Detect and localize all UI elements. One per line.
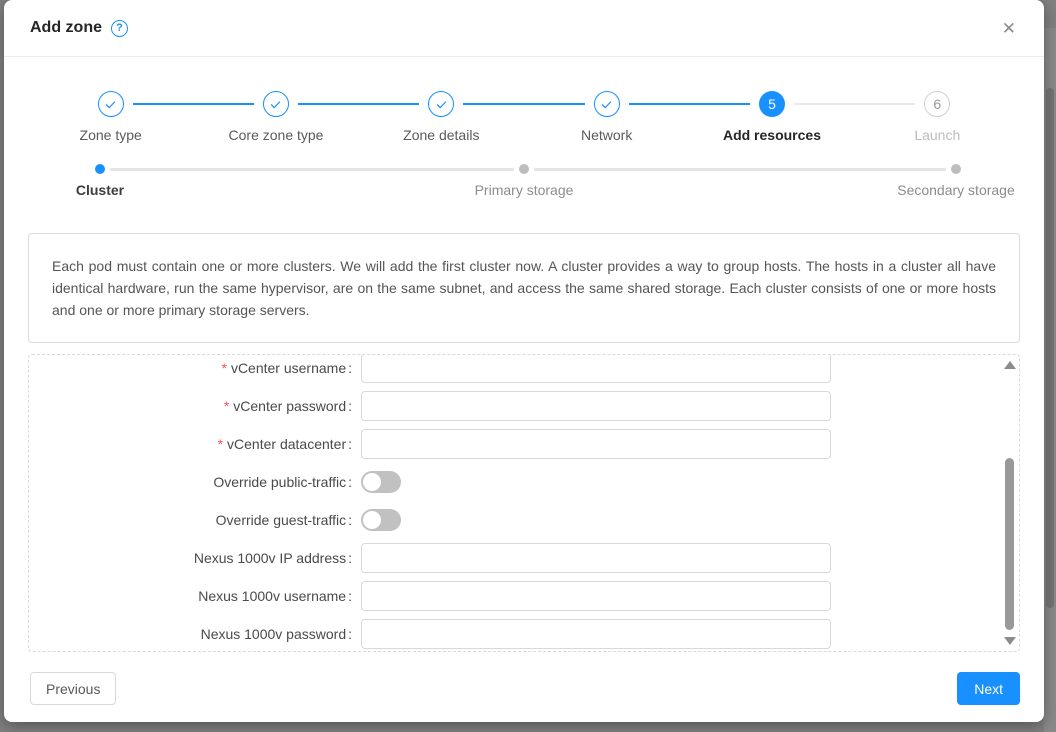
cluster-form-panel: *vCenter username: *vCenter password: *v… (28, 354, 1020, 652)
field-label: Nexus 1000v IP address: (29, 550, 361, 566)
help-icon[interactable]: ? (111, 20, 128, 37)
field-label: Override public-traffic: (29, 474, 361, 490)
form-row-override-public-traffic: Override public-traffic: (29, 463, 1019, 501)
substep-label-secondary-storage: Secondary storage (897, 182, 1015, 198)
field-label: Override guest-traffic: (29, 512, 361, 528)
vcenter-password-input[interactable] (361, 391, 831, 421)
close-icon[interactable]: ✕ (998, 16, 1020, 41)
background-page-scrollbar[interactable] (1044, 28, 1056, 732)
vcenter-username-input[interactable] (361, 354, 831, 383)
step-label: Core zone type (193, 126, 358, 145)
check-icon (98, 91, 124, 117)
cluster-info-text: Each pod must contain one or more cluste… (52, 255, 996, 321)
form-row-nexus-username: Nexus 1000v username: (29, 577, 1019, 615)
field-label: *vCenter datacenter: (29, 436, 361, 452)
cluster-info-card: Each pod must contain one or more cluste… (28, 233, 1020, 343)
nexus-ip-address-input[interactable] (361, 543, 831, 573)
scrollbar-thumb[interactable] (1005, 458, 1014, 630)
step-number-badge: 6 (924, 91, 950, 117)
step-connector (463, 103, 584, 105)
add-zone-modal: Add zone ? ✕ Zone type Core zone type (4, 0, 1044, 722)
required-marker: * (224, 398, 229, 414)
substep-label-cluster: Cluster (76, 182, 124, 198)
modal-header: Add zone ? ✕ (4, 0, 1044, 57)
check-icon (594, 91, 620, 117)
step-label: Zone details (359, 126, 524, 145)
substep-dot-secondary-storage (951, 164, 961, 174)
step-zone-details: Zone details (359, 91, 524, 145)
modal-footer: Previous Next (4, 652, 1044, 724)
form-row-nexus-ip: Nexus 1000v IP address: (29, 539, 1019, 577)
required-marker: * (221, 360, 226, 376)
vcenter-datacenter-input[interactable] (361, 429, 831, 459)
field-label: Nexus 1000v username: (29, 588, 361, 604)
step-network: Network (524, 91, 689, 145)
step-launch: 6 Launch (855, 91, 1020, 145)
step-zone-type: Zone type (28, 91, 193, 145)
form-scrollbar (1003, 357, 1017, 649)
step-connector (298, 103, 419, 105)
substep-dot-primary-storage (519, 164, 529, 174)
check-icon (263, 91, 289, 117)
step-add-resources: 5 Add resources (689, 91, 854, 145)
form-row-vcenter-username: *vCenter username: (29, 354, 1019, 387)
substep-connector (534, 168, 946, 171)
step-label: Network (524, 126, 689, 145)
substep-label-primary-storage: Primary storage (475, 182, 574, 198)
toggle-knob (363, 511, 381, 529)
nexus-username-input[interactable] (361, 581, 831, 611)
field-label: *vCenter username: (29, 360, 361, 376)
form-row-override-guest-traffic: Override guest-traffic: (29, 501, 1019, 539)
step-label: Zone type (28, 126, 193, 145)
override-guest-traffic-toggle[interactable] (361, 509, 401, 531)
form-rows: *vCenter username: *vCenter password: *v… (29, 354, 1019, 652)
resource-substeps: Cluster Primary storage Secondary storag… (34, 164, 1014, 206)
nexus-password-input[interactable] (361, 619, 831, 649)
form-row-vcenter-datacenter: *vCenter datacenter: (29, 425, 1019, 463)
substep-connector (110, 168, 514, 171)
form-row-nexus-password: Nexus 1000v password: (29, 615, 1019, 652)
modal-title: Add zone (30, 19, 102, 37)
previous-button[interactable]: Previous (30, 672, 116, 705)
modal-body: Zone type Core zone type Zone details (4, 57, 1044, 652)
form-row-vcenter-password: *vCenter password: (29, 387, 1019, 425)
step-core-zone-type: Core zone type (193, 91, 358, 145)
check-icon (428, 91, 454, 117)
required-marker: * (218, 436, 223, 452)
step-connector (629, 103, 750, 105)
toggle-knob (363, 473, 381, 491)
step-connector (133, 103, 254, 105)
override-public-traffic-toggle[interactable] (361, 471, 401, 493)
substep-dot-cluster (95, 164, 105, 174)
scroll-down-arrow-icon[interactable] (1004, 637, 1016, 645)
next-button[interactable]: Next (957, 672, 1020, 705)
field-label: Nexus 1000v password: (29, 626, 361, 642)
field-label: *vCenter password: (29, 398, 361, 414)
scroll-up-arrow-icon[interactable] (1004, 361, 1016, 369)
step-label: Launch (855, 126, 1020, 145)
wizard-steps: Zone type Core zone type Zone details (28, 57, 1020, 145)
step-label: Add resources (689, 126, 854, 145)
step-connector (794, 103, 915, 105)
step-number-badge: 5 (759, 91, 785, 117)
